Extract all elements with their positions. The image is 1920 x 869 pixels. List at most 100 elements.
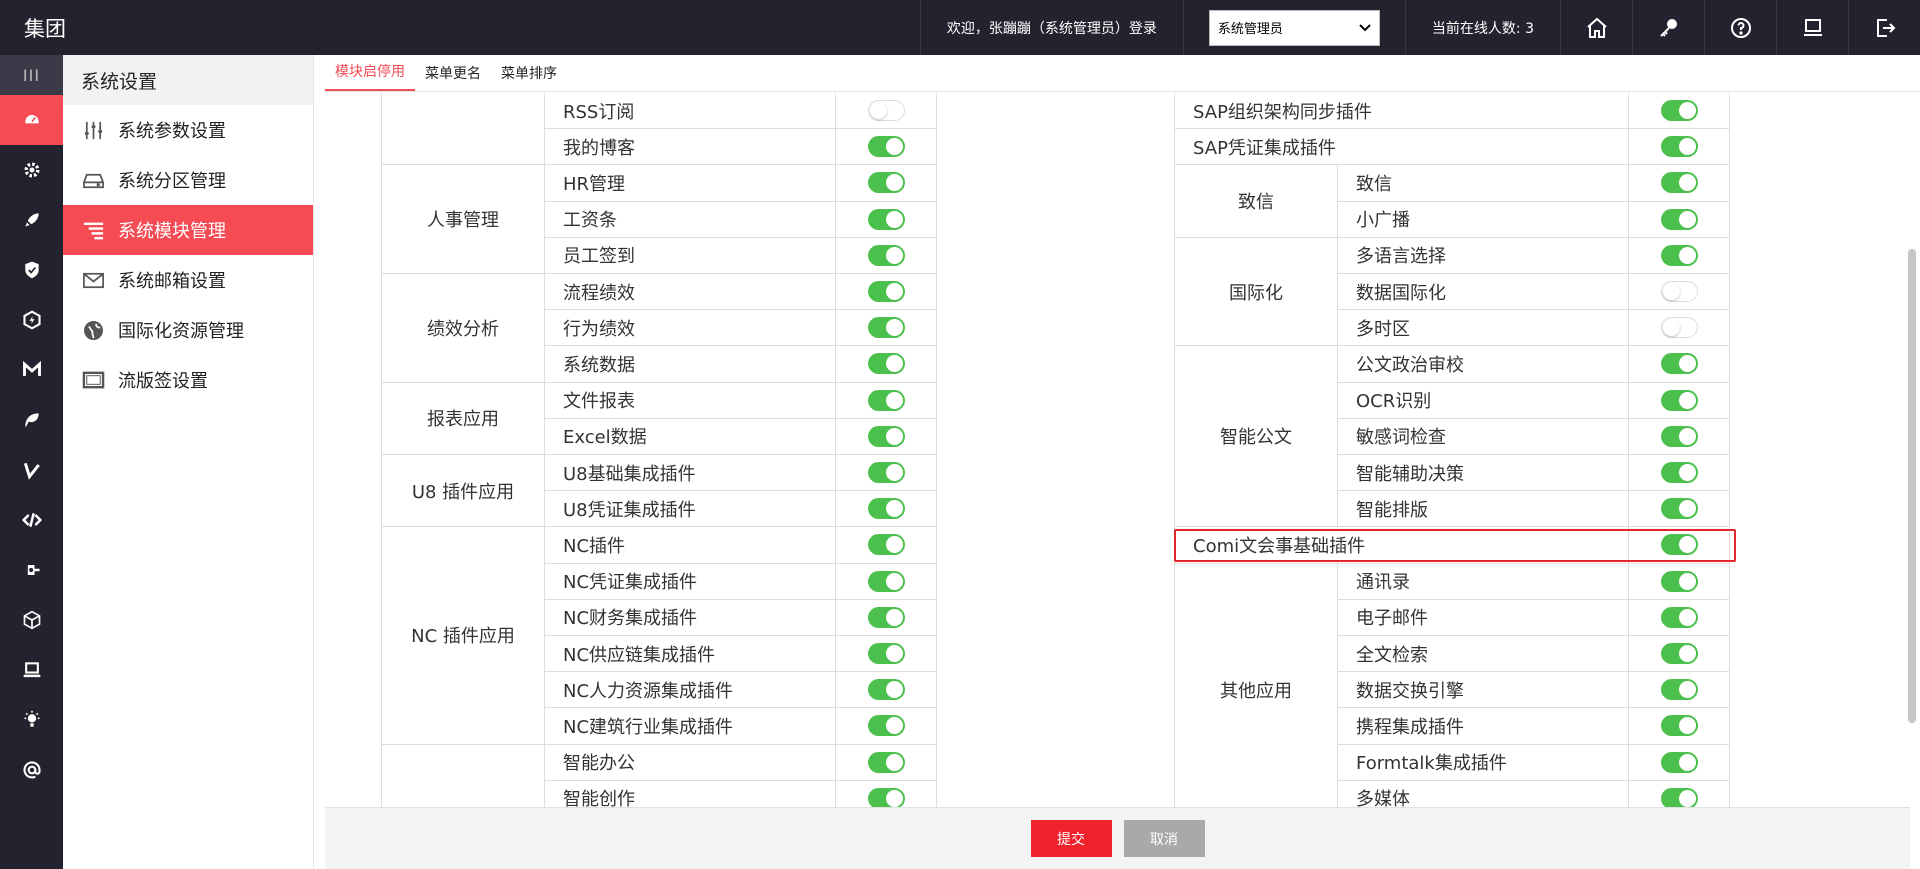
key-button[interactable] [1632,0,1704,55]
module-toggle-switch[interactable] [867,606,905,628]
module-toggle-switch[interactable] [867,462,905,484]
module-label: 公文政治审校 [1338,346,1629,382]
submit-button[interactable]: 提交 [1030,820,1112,857]
home-icon [1586,17,1607,38]
toggle-cell [836,599,937,635]
module-toggle-switch[interactable] [867,208,905,230]
module-label: 智能排版 [1338,491,1629,527]
sidebar-item-i18n-resources[interactable]: 国际化资源管理 [63,305,313,355]
module-toggle-switch[interactable] [1660,498,1698,520]
module-row: NC凭证集成插件 [545,563,937,600]
tab-menu-rename[interactable]: 菜单更名 [415,54,491,91]
help-button[interactable] [1704,0,1776,55]
hexagon-rail-item[interactable] [0,295,63,345]
module-toggle-switch[interactable] [867,100,905,122]
category-cell: 人事管理 [382,165,545,274]
module-label: SAP组织架构同步插件 [1175,93,1629,129]
at-rail-item[interactable] [0,745,63,795]
module-toggle-switch[interactable] [1660,643,1698,665]
settings-sidebar: 系统设置 系统参数设置 系统分区管理 系统模块管理 系统邮箱设置 国际化资源管理… [63,55,314,869]
module-toggle-switch[interactable] [867,389,905,411]
module-toggle-switch[interactable] [1660,208,1698,230]
module-toggle-switch[interactable] [867,244,905,266]
module-toggle-switch[interactable] [1660,389,1698,411]
plug-icon [27,565,39,575]
sidebar-item-module-management[interactable]: 系统模块管理 [63,205,313,255]
module-toggle-switch[interactable] [867,425,905,447]
category-cell: 智能公文 [1175,346,1338,528]
category-cell: NC 插件应用 [382,527,545,745]
module-label: 系统数据 [545,346,836,382]
module-label: 员工签到 [545,237,836,273]
dashboard-rail-item[interactable] [0,95,63,145]
menu-toggle-button[interactable]: III [0,55,63,95]
module-toggle-switch[interactable] [1660,751,1698,773]
module-toggle-switch[interactable] [867,643,905,665]
shield-rail-item[interactable] [0,245,63,295]
rocket-rail-item[interactable] [0,195,63,245]
bulb-rail-item[interactable] [0,695,63,745]
sidebar-item-mail-settings[interactable]: 系统邮箱设置 [63,255,313,305]
toggle-cell [1629,165,1730,201]
cancel-button[interactable]: 取消 [1123,820,1205,857]
module-toggle-switch[interactable] [1660,136,1698,158]
leaf-rail-item[interactable] [0,395,63,445]
sidebar-item-system-params[interactable]: 系统参数设置 [63,105,313,155]
module-toggle-switch[interactable] [867,787,905,807]
module-toggle-switch[interactable] [1660,281,1698,303]
logout-button[interactable] [1848,0,1920,55]
hexagon-icon [22,310,41,330]
role-select[interactable]: 系统管理员 [1208,9,1380,46]
vertical-scrollbar[interactable] [1908,93,1916,807]
monitor-button[interactable] [1776,0,1848,55]
module-label: OCR识别 [1338,382,1629,418]
module-toggle-switch[interactable] [1660,172,1698,194]
module-toggle-switch[interactable] [867,751,905,773]
module-label: 致信 [1338,165,1629,201]
code-rail-item[interactable] [0,495,63,545]
tab-module-toggle[interactable]: 模块启停用 [325,54,415,91]
module-toggle-switch[interactable] [867,679,905,701]
toggle-cell [836,418,937,454]
module-toggle-switch[interactable] [867,317,905,339]
tab-menu-order[interactable]: 菜单排序 [491,54,567,91]
module-row: 我的博客 [545,129,937,166]
help-icon [1730,17,1751,38]
sidebar-item-stream-sign[interactable]: 流版签设置 [63,355,313,405]
toggle-cell [836,780,937,807]
module-toggle-switch[interactable] [1660,679,1698,701]
cube-rail-item[interactable] [0,595,63,645]
settings-rail-item[interactable] [0,145,63,195]
main-panel: 模块启停用 菜单更名 菜单排序 RSS订阅 我的博客 人事管理 HR管理 工资条 员工签到… [325,55,1920,869]
category-cell: U8 插件应用 [382,455,545,528]
module-toggle-switch[interactable] [1660,244,1698,266]
module-toggle-switch[interactable] [1660,715,1698,737]
module-toggle-switch[interactable] [1660,787,1698,807]
plug-rail-item[interactable] [0,545,63,595]
laptop-rail-item[interactable] [0,645,63,695]
check-rail-item[interactable] [0,445,63,495]
module-toggle-switch[interactable] [867,353,905,375]
module-toggle-switch[interactable] [867,534,905,556]
module-toggle-switch[interactable] [1660,570,1698,592]
sidebar-item-partition[interactable]: 系统分区管理 [63,155,313,205]
module-row: 行为绩效 [545,310,937,347]
module-toggle-switch[interactable] [867,715,905,737]
module-toggle-switch[interactable] [1660,353,1698,375]
check-v-icon [23,462,40,480]
mail-m-rail-item[interactable] [0,345,63,395]
module-toggle-switch[interactable] [1660,425,1698,447]
module-toggle-switch[interactable] [1660,462,1698,484]
module-toggle-switch[interactable] [867,172,905,194]
module-toggle-switch[interactable] [1660,317,1698,339]
chevron-down-icon [1359,23,1371,31]
module-toggle-switch[interactable] [1660,100,1698,122]
scrollbar-thumb[interactable] [1908,249,1916,723]
module-toggle-switch[interactable] [867,136,905,158]
module-toggle-switch[interactable] [1660,606,1698,628]
module-toggle-switch[interactable] [867,570,905,592]
module-toggle-switch[interactable] [867,498,905,520]
home-button[interactable] [1560,0,1632,55]
module-label: U8凭证集成插件 [545,491,836,527]
module-toggle-switch[interactable] [867,281,905,303]
